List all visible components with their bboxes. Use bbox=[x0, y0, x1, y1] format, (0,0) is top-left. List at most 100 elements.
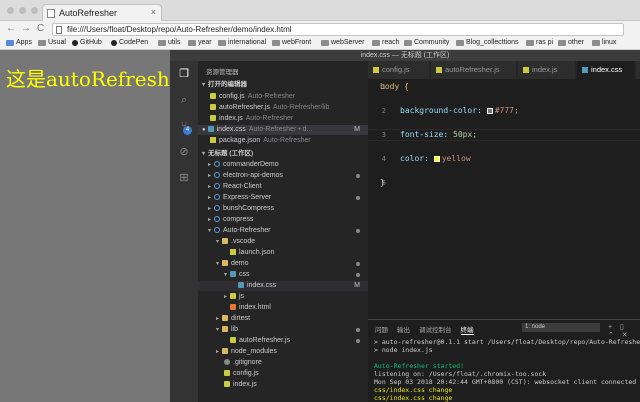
bookmark-webserver[interactable]: webServer bbox=[321, 39, 364, 46]
html-file-icon bbox=[230, 304, 236, 311]
terminal-panel: 问题 输出 调试控制台 终端 1: node + ▯ ⌃ ✕ > auto-re… bbox=[368, 319, 640, 402]
tab-title: AutoRefresher bbox=[59, 8, 118, 18]
search-icon[interactable]: ⌕ bbox=[177, 93, 191, 107]
js-file-icon bbox=[210, 115, 216, 122]
editor-area: config.js autoRefresher.js index.js inde… bbox=[368, 61, 640, 402]
explorer-sidebar: 资源管理器 ▾ 打开的编辑器 config.js Auto-Refresher au… bbox=[198, 61, 368, 402]
forward-icon[interactable]: → bbox=[21, 23, 31, 34]
bookmark-linux[interactable]: linux bbox=[592, 39, 616, 46]
open-editor-item-active[interactable]: ● index.css Auto-Refresher • d... M bbox=[198, 125, 368, 135]
open-editor-item[interactable]: config.js Auto-Refresher bbox=[198, 92, 368, 102]
address-row: ← → C file:///Users/float/Desktop/repo/A… bbox=[0, 21, 640, 38]
tree-folder[interactable]: ▾ lib bbox=[198, 325, 368, 335]
panel-tab-output[interactable]: 输出 bbox=[397, 324, 410, 335]
json-file-icon bbox=[210, 137, 216, 144]
close-icon[interactable]: × bbox=[151, 7, 156, 17]
folder-icon bbox=[222, 260, 228, 267]
bookmark-raspi[interactable]: ras pi bbox=[526, 39, 553, 46]
tree-folder[interactable]: ▸ js bbox=[198, 292, 368, 302]
open-editor-item[interactable]: autoRefresher.js Auto-Refresher/lib bbox=[198, 103, 368, 113]
editor-tab[interactable]: autoRefresher.js bbox=[431, 61, 517, 79]
bookmark-year[interactable]: year bbox=[188, 39, 212, 46]
tree-folder[interactable]: ▸ compress bbox=[198, 215, 368, 225]
code-editor[interactable]: 1 2 3 4 5 body { background-color: #777;… bbox=[368, 81, 640, 331]
tree-file[interactable]: index.html bbox=[198, 303, 368, 313]
vscode-window: index.css — 无标题 (工作区) ❐ ⌕ ⑂ 4 ⊘ ⊞ 资源管理器 … bbox=[170, 50, 640, 402]
page-icon bbox=[47, 9, 55, 18]
page-heading: 这是autoRefresh bbox=[6, 67, 170, 91]
reload-icon[interactable]: C bbox=[37, 23, 44, 34]
line-number: 4 bbox=[381, 155, 386, 163]
open-editor-item[interactable]: package.json Auto-Refresher bbox=[198, 136, 368, 146]
tree-folder[interactable]: ▸ bunshCompress bbox=[198, 204, 368, 214]
tree-folder[interactable]: ▾ demo bbox=[198, 259, 368, 269]
code-line: background-color: #777; bbox=[400, 106, 519, 115]
panel-tabs: 问题 输出 调试控制台 终端 bbox=[375, 324, 474, 335]
editor-tab[interactable]: config.js bbox=[368, 61, 430, 79]
terminal-output[interactable]: > auto-refresher@0.1.1 start /Users/floa… bbox=[374, 338, 640, 402]
panel-tab-terminal[interactable]: 终端 bbox=[460, 324, 474, 335]
repo-icon bbox=[214, 227, 220, 234]
bookmark-apps[interactable]: Apps bbox=[6, 39, 32, 46]
tree-file[interactable]: autoRefresher.js bbox=[198, 336, 368, 346]
bookmark-webfront[interactable]: webFront bbox=[272, 39, 311, 46]
bookmark-blog[interactable]: Blog_collecttions bbox=[456, 39, 519, 46]
tree-folder-open[interactable]: ▾ Auto-Refresher bbox=[198, 226, 368, 236]
folder-icon bbox=[222, 348, 228, 355]
js-file-icon bbox=[210, 104, 216, 111]
tree-folder[interactable]: ▸ electron-api-demos bbox=[198, 171, 368, 181]
panel-actions-icon[interactable]: + ▯ ⌃ ✕ bbox=[608, 323, 640, 339]
tree-file[interactable]: config.js bbox=[198, 369, 368, 379]
back-icon[interactable]: ← bbox=[6, 23, 16, 34]
tree-folder[interactable]: ▸ commanderDemo bbox=[198, 160, 368, 170]
open-editors-header[interactable]: ▾ 打开的编辑器 bbox=[198, 80, 368, 90]
tree-file-selected[interactable]: index.css M bbox=[198, 281, 368, 291]
editor-tab[interactable]: package bbox=[636, 61, 640, 79]
window-controls[interactable] bbox=[7, 7, 38, 14]
bookmark-international[interactable]: international bbox=[218, 39, 266, 46]
panel-tab-problems[interactable]: 问题 bbox=[375, 324, 388, 335]
bookmark-other[interactable]: other bbox=[558, 39, 584, 46]
repo-icon bbox=[214, 205, 220, 212]
bookmark-usual[interactable]: Usual bbox=[38, 39, 66, 46]
tree-folder[interactable]: ▸ dirtest bbox=[198, 314, 368, 324]
css-file-icon bbox=[207, 126, 214, 133]
explorer-icon[interactable]: ❐ bbox=[177, 67, 191, 81]
page-content: 这是autoRefresh bbox=[0, 50, 170, 402]
tree-file[interactable]: launch.json bbox=[198, 248, 368, 258]
bookmark-utils[interactable]: utils bbox=[158, 39, 180, 46]
debug-icon[interactable]: ⊘ bbox=[177, 145, 191, 159]
css-file-icon bbox=[238, 282, 244, 289]
tree-folder[interactable]: ▸ node_modules bbox=[198, 347, 368, 357]
folder-icon bbox=[222, 238, 228, 245]
panel-tab-debug[interactable]: 调试控制台 bbox=[419, 324, 452, 335]
line-number: 2 bbox=[381, 107, 386, 115]
editor-tab[interactable]: index.js bbox=[518, 61, 576, 79]
bookmark-reach[interactable]: reach bbox=[372, 39, 400, 46]
bookmark-github[interactable]: GitHub bbox=[72, 39, 102, 46]
address-bar[interactable]: file:///Users/float/Desktop/repo/Auto-Re… bbox=[52, 23, 624, 36]
js-file-icon bbox=[224, 370, 230, 377]
bookmark-community[interactable]: Community bbox=[404, 39, 449, 46]
terminal-select[interactable]: 1: node bbox=[522, 323, 600, 332]
gitignore-icon bbox=[224, 359, 230, 366]
workspace-header[interactable]: ▾ 无标题 (工作区) bbox=[198, 149, 368, 159]
tree-file[interactable]: index.js bbox=[198, 380, 368, 390]
js-folder-icon bbox=[230, 293, 236, 300]
tree-file[interactable]: .gitignore bbox=[198, 358, 368, 368]
tree-folder[interactable]: ▾ css bbox=[198, 270, 368, 280]
tree-folder[interactable]: ▾ .vscode bbox=[198, 237, 368, 247]
json-file-icon bbox=[230, 249, 236, 256]
tree-folder[interactable]: ▸ React-Client bbox=[198, 182, 368, 192]
repo-icon bbox=[214, 161, 220, 168]
repo-icon bbox=[214, 172, 220, 179]
code-line: color: yellow bbox=[400, 154, 471, 163]
open-editor-item[interactable]: index.js Auto-Refresher bbox=[198, 114, 368, 124]
css-folder-icon bbox=[230, 271, 236, 278]
bookmark-codepen[interactable]: CodePen bbox=[111, 39, 148, 46]
extensions-icon[interactable]: ⊞ bbox=[177, 171, 191, 185]
tree-folder[interactable]: ▸ Express-Server bbox=[198, 193, 368, 203]
editor-tab-active[interactable]: index.css bbox=[577, 61, 635, 79]
explorer-title: 资源管理器 bbox=[206, 69, 239, 76]
browser-tab[interactable]: AutoRefresher × bbox=[42, 4, 162, 22]
